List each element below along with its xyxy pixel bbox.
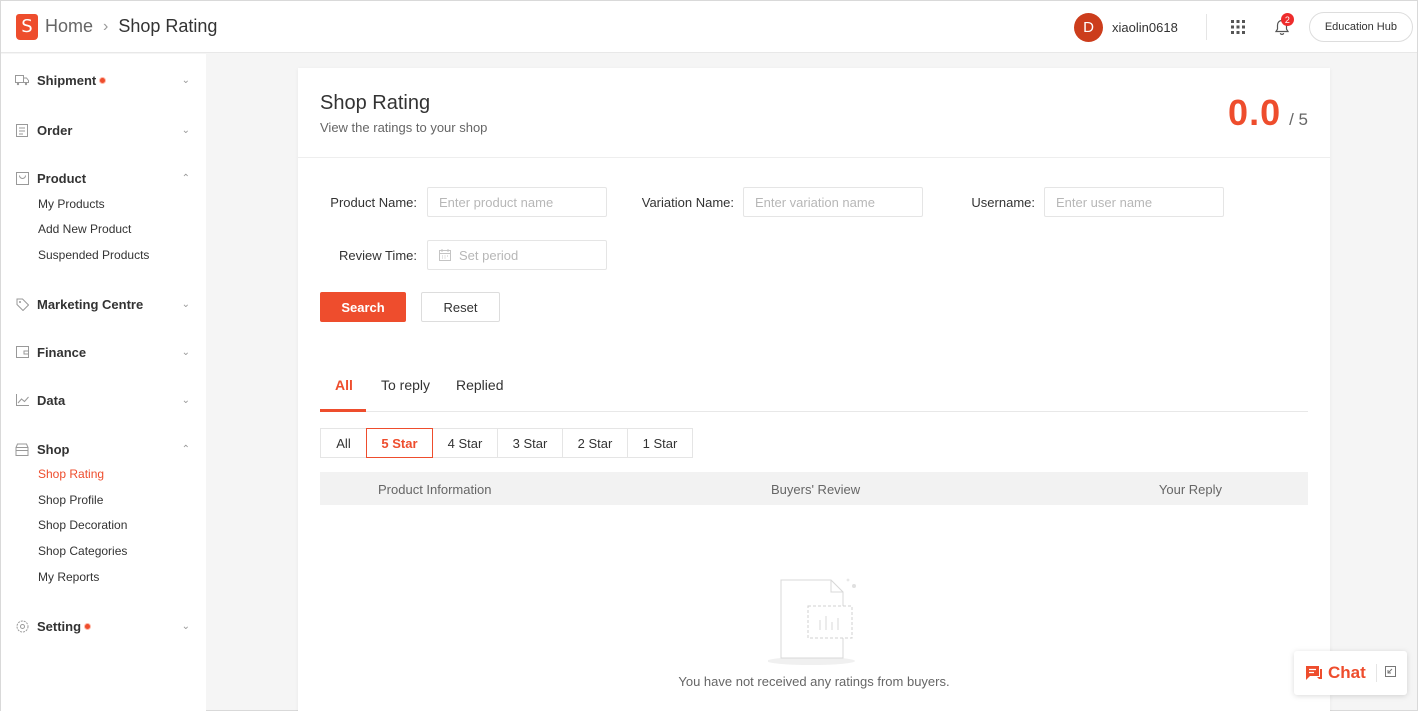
notification-badge: 2 — [1280, 13, 1294, 26]
empty-state-message: You have not received any ratings from b… — [678, 674, 950, 689]
chevron-down-icon: ⌄ — [181, 124, 190, 136]
chevron-down-icon: ⌄ — [181, 74, 190, 86]
sidebar-label: Shipment — [37, 72, 97, 88]
column-your-reply: Your Reply — [1158, 482, 1222, 497]
chevron-down-icon: ⌄ — [181, 620, 190, 632]
shop-score: 0.0 / 5 — [1228, 92, 1308, 134]
minimize-icon[interactable] — [1384, 666, 1396, 680]
review-tabs: All To reply Replied — [320, 368, 1308, 412]
chat-widget[interactable]: Chat — [1294, 651, 1407, 695]
sidebar-item-order[interactable]: Order ⌄ — [1, 119, 206, 141]
gear-icon — [15, 619, 29, 633]
tab-all[interactable]: All — [335, 377, 353, 393]
chat-label: Chat — [1328, 663, 1366, 682]
chevron-up-icon: ⌃ — [181, 443, 190, 455]
sidebar-label: Data — [37, 392, 66, 408]
sidebar-label: Marketing Centre — [37, 296, 144, 312]
star-filter-3[interactable]: 3 Star — [497, 428, 563, 458]
star-filter-1[interactable]: 1 Star — [627, 428, 693, 458]
sidebar-subitem-my-products[interactable]: My Products — [1, 191, 105, 217]
notification-dot — [84, 622, 92, 630]
line-chart-icon — [15, 393, 29, 407]
sidebar-subitem-shop-decoration[interactable]: Shop Decoration — [1, 512, 127, 538]
page-subtitle: View the ratings to your shop — [320, 120, 488, 135]
chat-bubble-icon — [1306, 666, 1322, 680]
username-label: Username: — [971, 195, 1035, 210]
calendar-icon — [439, 249, 451, 261]
sidebar-label: Product — [37, 170, 87, 186]
sidebar-item-shipment[interactable]: Shipment ⌄ — [1, 69, 206, 91]
variation-name-input[interactable]: Enter variation name — [743, 187, 923, 217]
shopee-logo[interactable]: S — [16, 13, 38, 40]
shop-rating-card: Shop Rating View the ratings to your sho… — [298, 68, 1330, 711]
divider — [1375, 664, 1377, 682]
product-name-input[interactable]: Enter product name — [427, 187, 607, 217]
username-input[interactable]: Enter user name — [1044, 187, 1224, 217]
sidebar-item-product[interactable]: Product ⌃ — [1, 167, 206, 189]
star-filter-5[interactable]: 5 Star — [366, 428, 433, 458]
chevron-down-icon: ⌄ — [181, 298, 190, 310]
tab-active-indicator — [320, 409, 366, 412]
empty-document-icon — [768, 578, 856, 665]
ratings-table-header: Product Information Buyers' Review Your … — [320, 472, 1308, 505]
sidebar-item-finance[interactable]: Finance ⌄ — [1, 341, 206, 363]
education-hub-button[interactable]: Education Hub — [1308, 12, 1413, 42]
avatar[interactable]: D — [1074, 12, 1104, 42]
sidebar-label: Shop — [37, 441, 70, 457]
logo-letter: S — [21, 16, 33, 37]
sidebar-item-data[interactable]: Data ⌄ — [1, 389, 206, 411]
search-button[interactable]: Search — [320, 292, 406, 322]
clipboard-icon — [15, 123, 29, 137]
card-header: Shop Rating View the ratings to your sho… — [298, 68, 1330, 158]
column-product-information: Product Information — [378, 482, 492, 497]
review-time-picker[interactable]: Set period — [427, 240, 607, 270]
chevron-up-icon: ⌃ — [181, 172, 190, 184]
star-filter-2[interactable]: 2 Star — [562, 428, 628, 458]
sidebar-item-marketing-centre[interactable]: Marketing Centre ⌄ — [1, 293, 206, 315]
sidebar-label: Finance — [37, 344, 87, 360]
column-buyers-review: Buyers' Review — [771, 482, 861, 497]
wallet-icon — [15, 345, 29, 359]
review-time-placeholder: Set period — [459, 247, 519, 263]
page-title: Shop Rating — [320, 92, 431, 114]
tab-replied[interactable]: Replied — [456, 377, 503, 393]
star-filter-group: All 5 Star 4 Star 3 Star 2 Star 1 Star — [320, 428, 693, 458]
chevron-down-icon: ⌄ — [181, 394, 190, 406]
divider — [1205, 14, 1207, 40]
truck-icon — [15, 73, 29, 87]
breadcrumb-home[interactable]: Home — [45, 16, 93, 37]
bag-icon — [15, 171, 29, 185]
chevron-down-icon: ⌄ — [181, 346, 190, 358]
sidebar-subitem-my-reports[interactable]: My Reports — [1, 564, 99, 590]
notification-dot — [99, 76, 107, 84]
username[interactable]: xiaolin0618 — [1112, 20, 1178, 35]
product-name-label: Product Name: — [330, 195, 417, 210]
grid-icon — [1230, 20, 1245, 34]
star-filter-all[interactable]: All — [320, 428, 367, 458]
review-time-label: Review Time: — [338, 248, 417, 263]
apps-grid-button[interactable] — [1221, 10, 1255, 44]
sidebar-label: Setting — [37, 618, 82, 634]
sidebar-subitem-shop-profile[interactable]: Shop Profile — [1, 487, 103, 513]
sidebar-item-shop[interactable]: Shop ⌃ — [1, 438, 206, 460]
notification-button[interactable]: 2 — [1265, 10, 1299, 44]
sidebar-subitem-add-new-product[interactable]: Add New Product — [1, 216, 131, 242]
score-max: / 5 — [1289, 110, 1308, 129]
sidebar-subitem-shop-rating[interactable]: Shop Rating — [1, 461, 104, 487]
variation-name-label: Variation Name: — [641, 195, 734, 210]
breadcrumb-separator-icon: › — [103, 17, 109, 35]
sidebar-subitem-suspended-products[interactable]: Suspended Products — [1, 242, 149, 268]
tab-to-reply[interactable]: To reply — [381, 377, 430, 393]
sidebar: Shipment ⌄ Order ⌄ Product ⌃ My Products… — [1, 54, 206, 711]
tag-icon — [15, 297, 29, 311]
score-value: 0.0 — [1228, 92, 1282, 133]
sidebar-label: Order — [37, 122, 73, 138]
reset-button[interactable]: Reset — [421, 292, 500, 322]
store-icon — [15, 442, 29, 456]
top-bar: S Home › Shop Rating D xiaolin0618 2 Edu… — [1, 1, 1417, 53]
sidebar-item-setting[interactable]: Setting ⌄ — [1, 615, 206, 637]
sidebar-subitem-shop-categories[interactable]: Shop Categories — [1, 538, 127, 564]
star-filter-4[interactable]: 4 Star — [432, 428, 498, 458]
breadcrumb-current: Shop Rating — [118, 16, 218, 36]
